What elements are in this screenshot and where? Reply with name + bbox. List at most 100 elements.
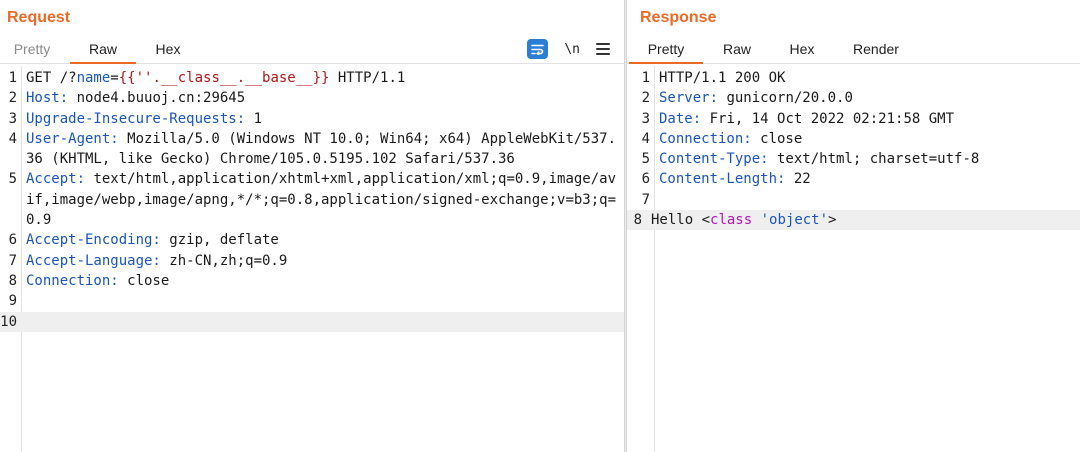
response-title: Response: [640, 9, 717, 26]
line-code: Date: Fri, 14 Oct 2022 02:21:58 GMT: [655, 109, 1080, 129]
line-number: 8: [8, 272, 17, 289]
response-line-7[interactable]: 7: [627, 190, 1080, 210]
line-number: 1: [8, 70, 17, 86]
response-tab-pretty[interactable]: Pretty: [629, 36, 703, 64]
line-number: 2: [641, 90, 650, 107]
token: Hello <: [651, 212, 711, 229]
line-code: User-Agent: Mozilla/5.0 (Windows NT 10.0…: [22, 129, 624, 170]
request-tab-raw[interactable]: Raw: [70, 36, 136, 64]
response-line-8[interactable]: 8 Hello <class 'object'>: [627, 210, 1080, 231]
response-tab-raw[interactable]: Raw: [713, 36, 761, 64]
request-pane: Request Pretty Raw Hex \n 1 GET /?name={{…: [0, 0, 624, 452]
token: zh-CN,zh;q=0.9: [160, 252, 288, 269]
line-number: 5: [641, 151, 650, 168]
text-wrap-icon[interactable]: [527, 39, 549, 59]
token: gzip, deflate: [160, 232, 279, 249]
line-number: 6: [641, 171, 650, 188]
token: Accept:: [26, 171, 86, 188]
token: Host:: [26, 90, 69, 107]
token: close: [751, 130, 803, 147]
request-line-7[interactable]: 7 Accept-Language: zh-CN,zh;q=0.9: [0, 251, 624, 271]
line-code: Server: gunicorn/20.0.0: [655, 88, 1080, 108]
request-line-3[interactable]: 3 Upgrade-Insecure-Requests: 1: [0, 109, 624, 129]
request-toolbar: \n: [527, 38, 610, 60]
response-lines: 1 HTTP/1.1 200 OK 2 Server: gunicorn/20.0.0…: [627, 68, 1080, 231]
line-code: Accept-Language: zh-CN,zh;q=0.9: [22, 251, 624, 271]
token: Server:: [659, 90, 719, 107]
token: >: [828, 212, 837, 229]
response-line-4[interactable]: 4 Connection: close: [627, 129, 1080, 149]
line-number: 5: [8, 171, 17, 188]
response-tab-hex[interactable]: Hex: [779, 36, 825, 64]
line-number: 10: [0, 313, 17, 330]
line-code: GET /?name={{''.__class__.__base__}} HTT…: [22, 68, 624, 88]
response-tabbar: Pretty Raw Hex Render: [627, 36, 1080, 64]
line-number: 4: [8, 130, 17, 147]
request-line-4[interactable]: 4 User-Agent: Mozilla/5.0 (Windows NT 10.…: [0, 129, 624, 170]
response-line-3[interactable]: 3 Date: Fri, 14 Oct 2022 02:21:58 GMT: [627, 109, 1080, 129]
request-tab-hex[interactable]: Hex: [144, 36, 192, 64]
line-number: 4: [641, 130, 650, 147]
token: Upgrade-Insecure-Requests:: [26, 110, 246, 127]
request-editor[interactable]: 1 GET /?name={{''.__class__.__base__}} HT…: [0, 66, 624, 452]
token: gunicorn/20.0.0: [718, 90, 853, 107]
line-number: 8: [633, 212, 642, 229]
token: Fri, 14 Oct 2022 02:21:58 GMT: [701, 110, 955, 127]
line-number: 3: [8, 110, 17, 127]
line-code: Hello <class 'object'>: [647, 210, 1080, 230]
hamburger-menu-icon[interactable]: [596, 43, 610, 55]
request-title: Request: [7, 9, 71, 26]
token: 'object': [760, 212, 829, 229]
response-line-2[interactable]: 2 Server: gunicorn/20.0.0: [627, 88, 1080, 108]
response-line-1[interactable]: 1 HTTP/1.1 200 OK: [627, 68, 1080, 88]
token: =: [110, 70, 119, 86]
token: name: [76, 70, 111, 86]
line-number: 1: [641, 70, 650, 86]
request-line-5[interactable]: 5 Accept: text/html,application/xhtml+xml…: [0, 169, 624, 230]
request-line-8[interactable]: 8 Connection: close: [0, 271, 624, 291]
token: Content-Type:: [659, 151, 769, 168]
token: 22: [785, 171, 811, 188]
token: Accept-Encoding:: [26, 232, 161, 249]
line-code: Content-Type: text/html; charset=utf-8: [655, 149, 1080, 169]
request-tab-pretty[interactable]: Pretty: [6, 36, 58, 64]
line-code: Host: node4.buuoj.cn:29645: [22, 88, 624, 108]
request-line-6[interactable]: 6 Accept-Encoding: gzip, deflate: [0, 230, 624, 250]
token: Connection:: [26, 272, 119, 289]
token: close: [118, 272, 170, 289]
line-number: 3: [641, 110, 650, 127]
line-number: 7: [641, 191, 650, 208]
response-line-6[interactable]: 6 Content-Length: 22: [627, 169, 1080, 189]
token: HTTP/1.1: [329, 70, 406, 86]
token: Date:: [659, 110, 702, 127]
token: text/html,application/xhtml+xml,applicat…: [26, 171, 617, 229]
request-lines: 1 GET /?name={{''.__class__.__base__}} HT…: [0, 68, 624, 332]
request-line-1[interactable]: 1 GET /?name={{''.__class__.__base__}} HT…: [0, 68, 624, 88]
line-code: Upgrade-Insecure-Requests: 1: [22, 109, 624, 129]
token: 1: [245, 110, 263, 127]
line-code: Accept: text/html,application/xhtml+xml,…: [22, 169, 624, 230]
line-code: Content-Length: 22: [655, 169, 1080, 189]
token: Content-Length:: [659, 171, 786, 188]
token: Connection:: [659, 130, 752, 147]
request-line-10[interactable]: 10: [0, 311, 624, 332]
token: User-Agent:: [26, 130, 119, 147]
line-number: 6: [8, 232, 17, 249]
token: class: [710, 212, 753, 229]
token: HTTP/1.1 200 OK: [659, 70, 786, 86]
token: GET /?: [26, 70, 77, 86]
response-editor[interactable]: 1 HTTP/1.1 200 OK 2 Server: gunicorn/20.0.0…: [627, 66, 1080, 452]
response-tab-render[interactable]: Render: [841, 36, 911, 64]
request-line-2[interactable]: 2 Host: node4.buuoj.cn:29645: [0, 88, 624, 108]
line-code: HTTP/1.1 200 OK: [655, 68, 1080, 88]
token: node4.buuoj.cn:29645: [68, 90, 246, 107]
request-line-9[interactable]: 9: [0, 291, 624, 311]
show-newlines-button[interactable]: \n: [564, 42, 580, 57]
line-code: Connection: close: [22, 271, 624, 291]
line-number: 2: [8, 90, 17, 107]
line-number: 9: [8, 293, 17, 310]
response-line-5[interactable]: 5 Content-Type: text/html; charset=utf-8: [627, 149, 1080, 169]
line-code: Connection: close: [655, 129, 1080, 149]
